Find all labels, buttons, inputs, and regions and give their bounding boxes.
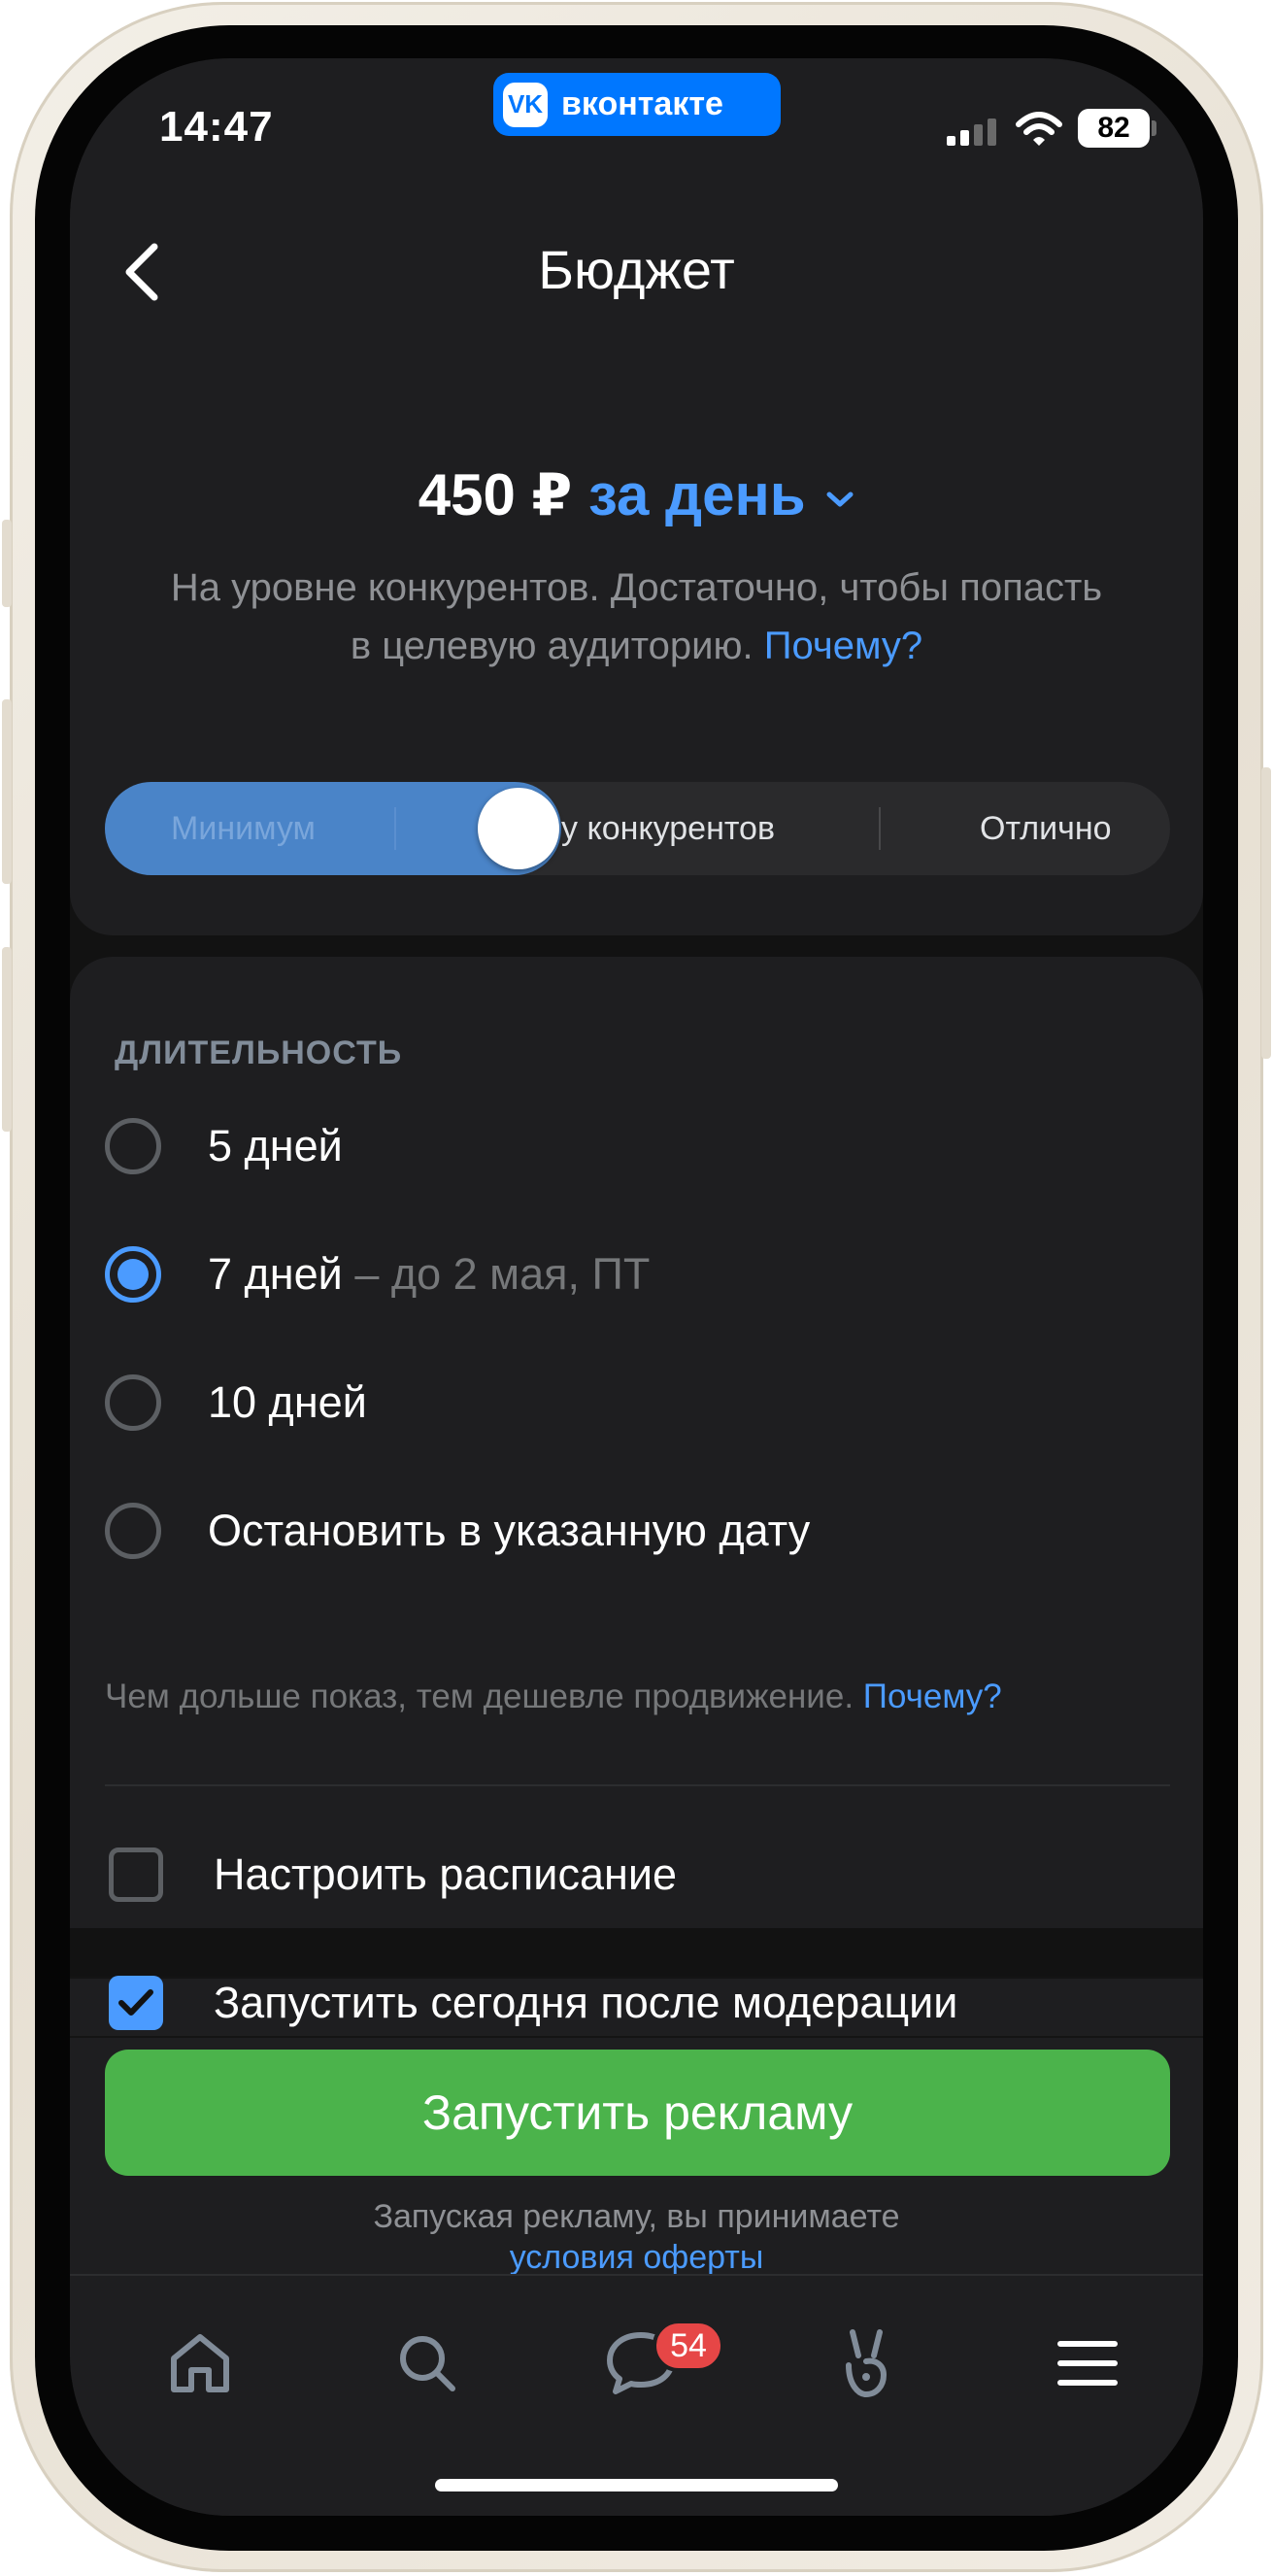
radio-button[interactable] (105, 1503, 161, 1559)
budget-description-text: На уровне конкурентов. Достаточно, чтобы… (170, 566, 1103, 667)
slider-divider (394, 807, 396, 850)
status-time: 14:47 (159, 103, 274, 151)
slider-option-competitors[interactable]: у конкурентов (561, 782, 775, 875)
budget-period-selector[interactable]: за день (588, 462, 854, 527)
launch-ad-button[interactable]: Запустить рекламу (105, 2050, 1170, 2176)
wifi-icon (1016, 112, 1062, 146)
volume-down-button (2, 947, 12, 1132)
launch-today-checkbox[interactable] (109, 1976, 163, 2030)
schedule-label: Настроить расписание (214, 1849, 677, 1899)
duration-option-custom-date[interactable]: Остановить в указанную дату (105, 1492, 810, 1570)
signal-icon (947, 119, 996, 146)
duration-hint-text: Чем дольше показ, тем дешевле продвижени… (105, 1678, 854, 1715)
vk-app-label: вконтакте (561, 85, 723, 122)
budget-amount: 450 ₽ (418, 462, 573, 527)
vk-logo-icon: VK (503, 82, 548, 127)
radio-label-text: 7 дней (208, 1249, 343, 1299)
screen: 14:47 VK вконтакте 82 Бюджет 450 ₽ за де… (70, 58, 1203, 2516)
checkmark-icon (118, 1989, 153, 2016)
launch-today-label: Запустить сегодня после модерации (214, 1978, 958, 2027)
vk-app-badge[interactable]: VK вконтакте (493, 73, 781, 136)
duration-card: ДЛИТЕЛЬНОСТЬ 5 дней 7 дней – до 2 мая, П… (70, 957, 1203, 1928)
menu-icon (1057, 2341, 1118, 2386)
budget-description: На уровне конкурентов. Достаточно, чтобы… (167, 559, 1106, 675)
divider (105, 1784, 1170, 1786)
tab-search[interactable] (379, 2315, 476, 2412)
slider-option-minimum[interactable]: Минимум (171, 782, 316, 875)
schedule-checkbox[interactable] (109, 1847, 163, 1902)
home-indicator[interactable] (435, 2479, 838, 2491)
search-icon (400, 2336, 455, 2391)
clips-icon (846, 2329, 888, 2398)
budget-level-slider[interactable]: Минимум у конкурентов Отлично (105, 782, 1170, 875)
battery-icon: 82 (1078, 109, 1150, 148)
radio-label-text: 10 дней (208, 1377, 367, 1427)
terms-text: Запуская рекламу, вы принимаете (373, 2198, 900, 2235)
radio-label-text: 5 дней (208, 1121, 343, 1170)
slider-divider (879, 807, 881, 850)
radio-button[interactable] (105, 1374, 161, 1431)
tab-clips[interactable] (818, 2315, 915, 2412)
budget-summary: 450 ₽ за день (70, 461, 1203, 529)
duration-option-10-days[interactable]: 10 дней (105, 1364, 367, 1441)
duration-why-link[interactable]: Почему? (863, 1678, 1002, 1715)
chevron-down-icon (826, 491, 854, 507)
tab-home[interactable] (151, 2315, 249, 2412)
page-title: Бюджет (538, 239, 735, 300)
radio-button[interactable] (105, 1118, 161, 1174)
radio-label: 10 дней (208, 1377, 367, 1428)
radio-label-text: Остановить в указанную дату (208, 1506, 811, 1555)
tab-menu[interactable] (1039, 2315, 1136, 2412)
launch-today-option[interactable]: Запустить сегодня после модерации (109, 1964, 957, 2042)
radio-label: 7 дней – до 2 мая, ПТ (208, 1249, 650, 1300)
duration-hint: Чем дольше показ, тем дешевле продвижени… (105, 1678, 1002, 1716)
radio-sublabel: – до 2 мая, ПТ (342, 1249, 651, 1299)
mute-switch (2, 520, 12, 607)
slider-option-excellent[interactable]: Отлично (980, 782, 1112, 875)
launch-panel: Запустить рекламу Запуская рекламу, вы п… (70, 2036, 1203, 2276)
radio-label: Остановить в указанную дату (208, 1506, 810, 1556)
budget-why-link[interactable]: Почему? (764, 625, 922, 667)
budget-period-label: за день (587, 462, 806, 527)
radio-label: 5 дней (208, 1121, 343, 1171)
duration-option-5-days[interactable]: 5 дней (105, 1107, 343, 1185)
volume-up-button (2, 699, 12, 884)
schedule-option[interactable]: Настроить расписание (109, 1836, 677, 1914)
duration-header: ДЛИТЕЛЬНОСТЬ (115, 1034, 403, 1071)
messages-badge: 54 (653, 2320, 724, 2372)
radio-button[interactable] (105, 1246, 161, 1303)
battery-tip (1152, 120, 1156, 136)
slider-thumb[interactable] (478, 788, 559, 869)
terms-link[interactable]: условия оферты (70, 2239, 1203, 2277)
duration-option-7-days[interactable]: 7 дней – до 2 мая, ПТ (105, 1236, 650, 1313)
power-button (1261, 767, 1271, 1059)
home-icon (171, 2334, 229, 2392)
